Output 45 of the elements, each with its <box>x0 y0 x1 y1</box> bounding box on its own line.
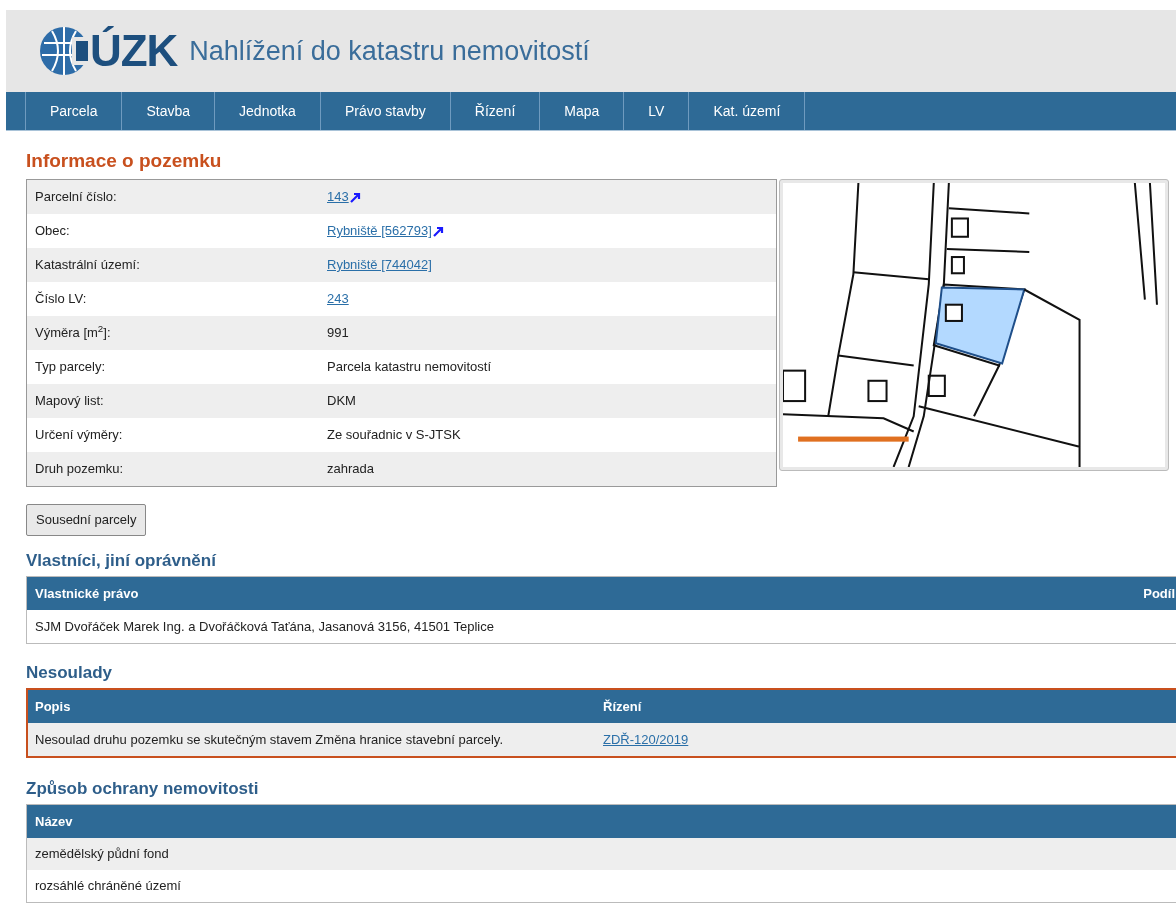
field-link[interactable]: 143 <box>327 187 361 207</box>
field-label: Druh pozemku: <box>34 460 125 479</box>
column-header: Podíl <box>1143 584 1175 603</box>
nav-tab[interactable]: Stavba <box>122 92 216 130</box>
field-label: Určení výměry: <box>34 426 124 445</box>
nav-tab[interactable]: Kat. území <box>689 92 806 130</box>
field-value: DKM <box>327 392 356 411</box>
field-link[interactable]: Rybniště [744042] <box>327 255 432 275</box>
nav-tab[interactable]: Jednotka <box>215 92 321 130</box>
table-cell-text: Nesoulad druhu pozemku se skutečným stavem Změna hranice stavební parcely. <box>35 730 504 749</box>
field-value: 991 <box>327 324 349 343</box>
external-link-icon <box>349 191 361 203</box>
column-header: Vlastnické právo <box>35 584 139 603</box>
field-value: Parcela katastru nemovitostí <box>327 358 492 377</box>
column-header: Popis <box>35 697 72 716</box>
field-link[interactable]: 243 <box>327 289 349 309</box>
section-heading: Informace o pozemku <box>26 149 223 173</box>
field-value: zahrada <box>327 460 374 479</box>
table-cell-text: zemědělský půdní fond <box>35 845 169 864</box>
section-heading: Způsob ochrany nemovitosti <box>26 778 260 800</box>
field-value: Ze souřadnic v S-JTSK <box>327 426 461 445</box>
nav-tab[interactable]: Řízení <box>450 92 541 130</box>
external-link-icon <box>432 225 444 237</box>
table-cell-text: rozsáhlé chráněné území <box>35 877 181 896</box>
nav-tab[interactable]: Právo stavby <box>320 92 451 130</box>
section-heading: Nesoulady <box>26 662 113 684</box>
field-label: Mapový list: <box>34 392 105 411</box>
column-header: Řízení <box>603 697 642 716</box>
neighbours-button[interactable]: Sousední parcely <box>26 504 147 536</box>
nav-tab[interactable]: Parcela <box>26 92 123 130</box>
column-header: Název <box>35 812 73 831</box>
proceeding-link[interactable]: ZDŘ-120/2019 <box>603 729 689 750</box>
nav-tab[interactable]: LV <box>624 92 690 130</box>
field-label: Číslo LV: <box>34 290 88 309</box>
table-cell-text: SJM Dvořáček Marek Ing. a Dvořáčková Taťána, Jasanová 3156, 41501 Teplice <box>35 617 494 636</box>
field-label: Typ parcely: <box>34 358 107 377</box>
field-link[interactable]: Rybniště [562793] <box>327 221 444 241</box>
field-label: Katastrální území: <box>34 256 141 275</box>
nav-tab[interactable]: Mapa <box>540 92 625 130</box>
field-label: Obec: <box>34 222 71 241</box>
field-label: Parcelní číslo: <box>34 188 118 207</box>
field-label: Výměra [m$^{2}$]: <box>34 323 112 343</box>
globe-logo-icon <box>38 25 90 77</box>
section-heading: Vlastníci, jiní oprávnění <box>26 550 218 572</box>
site-title: Nahlížení do katastru nemovitostí <box>189 34 590 68</box>
